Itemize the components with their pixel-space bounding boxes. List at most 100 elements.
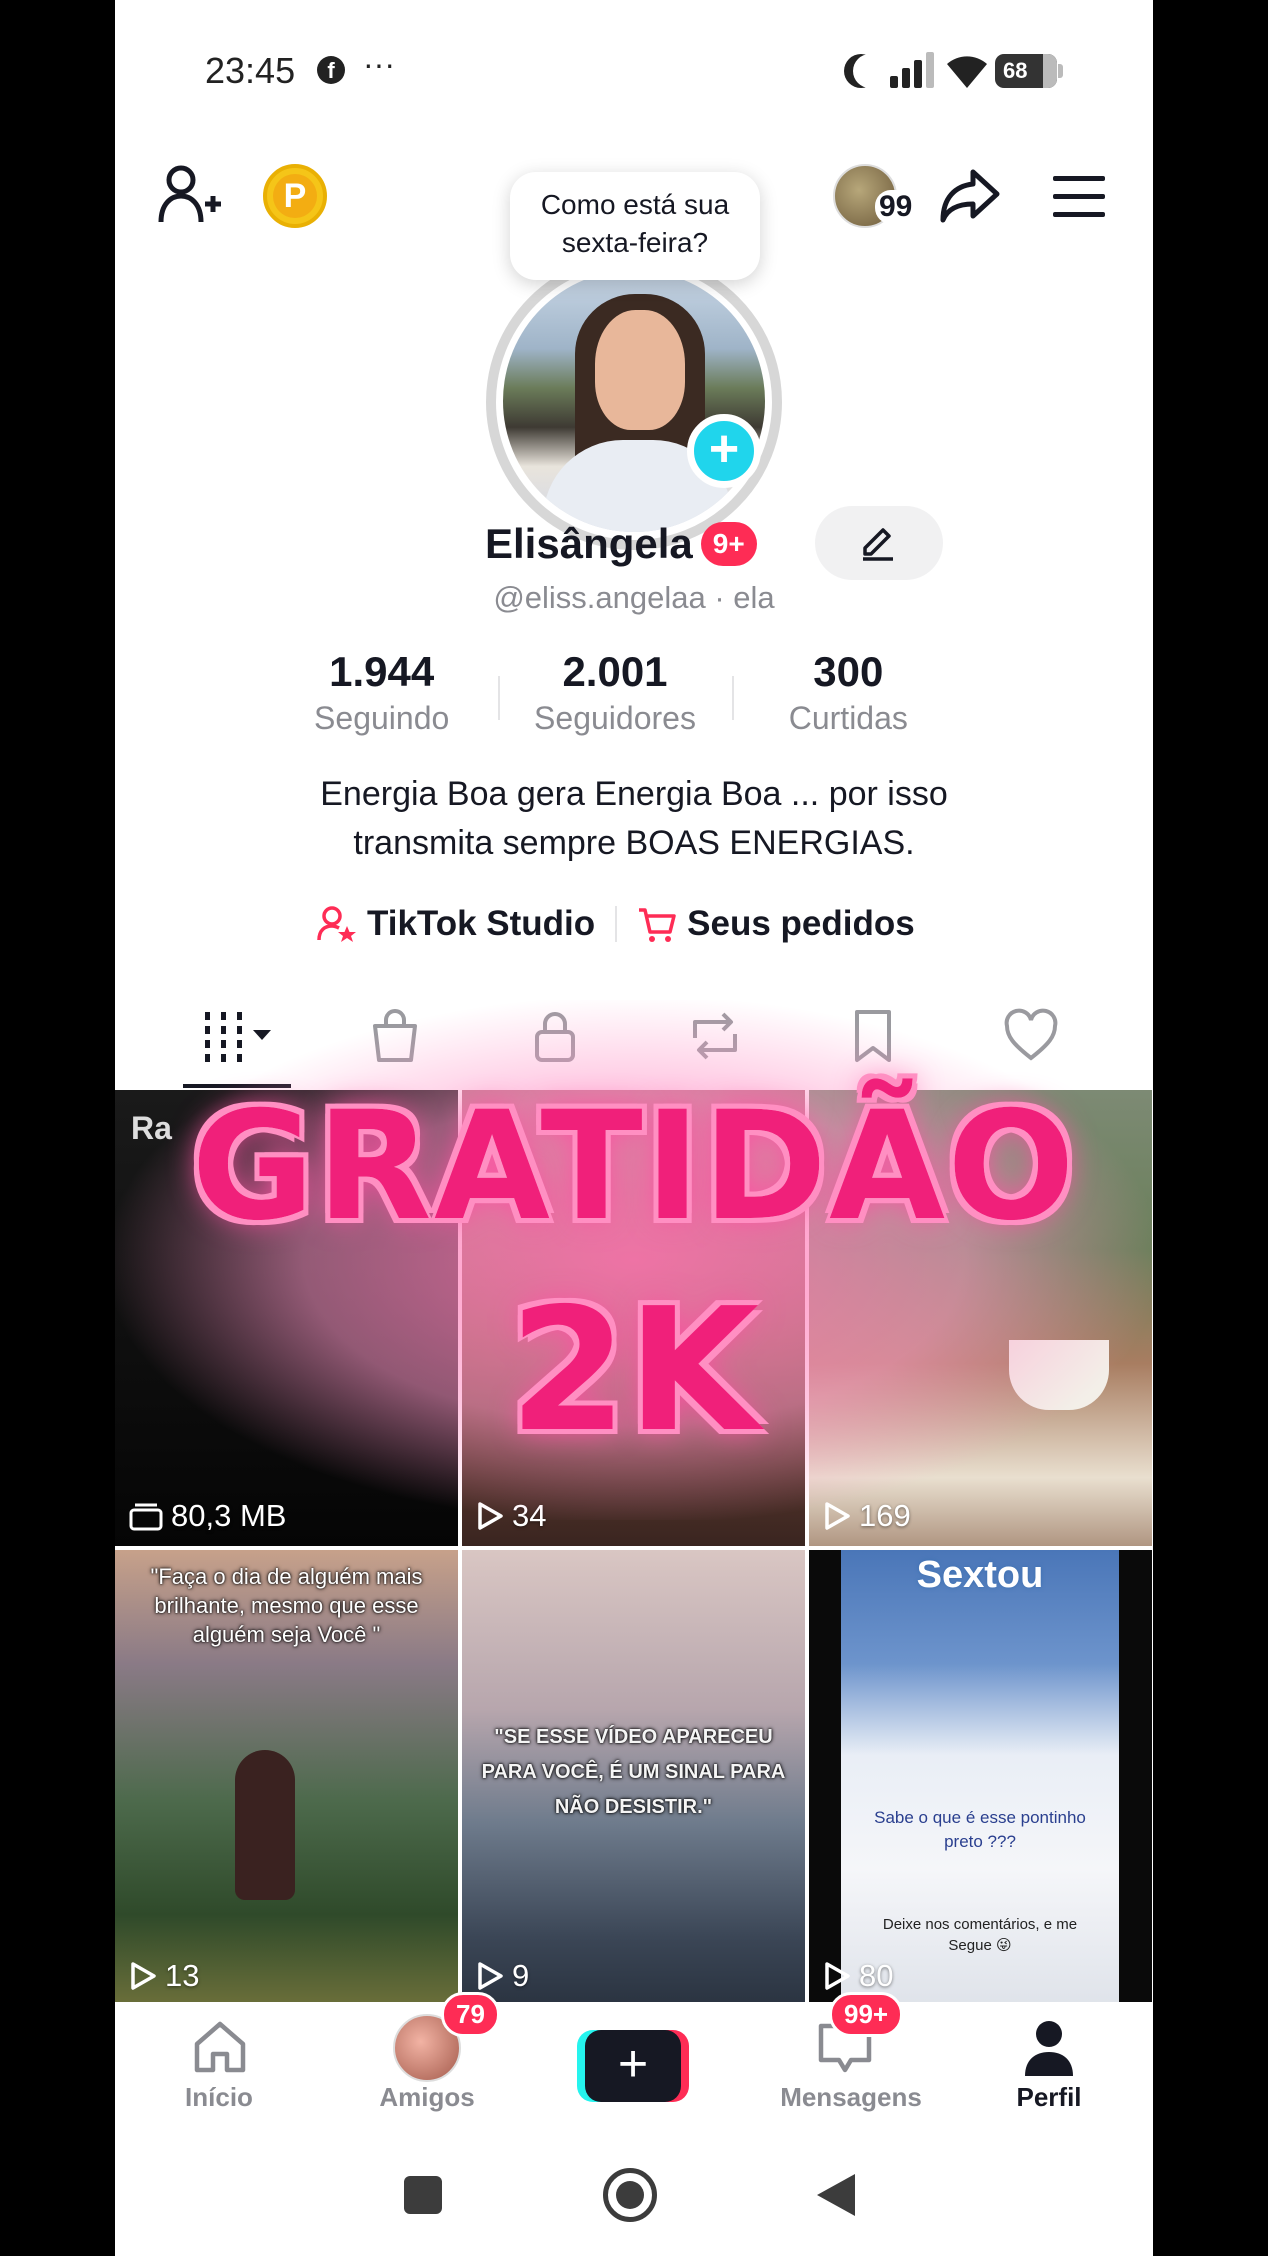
- links-divider: [615, 906, 618, 942]
- item-count-value: 169: [859, 1498, 911, 1533]
- video-caption: "Faça o dia de alguém mais brilhante, me…: [150, 1564, 423, 1647]
- wifi-icon: [947, 56, 987, 88]
- item-count: 80: [823, 1958, 893, 1994]
- girl-silhouette: [235, 1750, 295, 1900]
- edit-profile-button[interactable]: [815, 506, 943, 580]
- home-button[interactable]: [603, 2168, 657, 2222]
- notification-badge[interactable]: 9+: [700, 522, 757, 566]
- create-button[interactable]: +: [577, 2030, 689, 2102]
- nav-friends[interactable]: 79 Amigos: [337, 1992, 517, 2132]
- tiktok-studio-link[interactable]: TikTok Studio: [317, 904, 595, 944]
- play-icon: [478, 1502, 503, 1530]
- item-count: 80,3 MB: [129, 1498, 286, 1534]
- profile-icon: [1025, 2021, 1073, 2076]
- overlay-title-line2: 2K: [508, 1272, 760, 1470]
- nav-home-label: Início: [185, 2082, 253, 2112]
- add-friend-icon[interactable]: [157, 164, 223, 226]
- tab-favorites[interactable]: [823, 996, 923, 1076]
- play-icon: [131, 1962, 156, 1990]
- status-tooltip[interactable]: Como está sua sexta-feira?: [510, 172, 760, 280]
- nav-home[interactable]: Início: [129, 2002, 309, 2132]
- home-icon: [194, 2021, 246, 2073]
- plus-icon: +: [585, 2030, 681, 2102]
- stat-value: 300: [813, 648, 884, 695]
- profile-links: TikTok Studio Seus pedidos: [317, 898, 915, 950]
- add-story-button[interactable]: +: [687, 414, 761, 488]
- stat-value: 1.944: [329, 648, 435, 695]
- friends-badge: 79: [441, 1992, 500, 2037]
- lock-icon: [535, 1012, 575, 1062]
- video-title: Sextou: [916, 1554, 1044, 1596]
- videos-grid-icon: [205, 1012, 271, 1062]
- tab-private[interactable]: [505, 996, 605, 1076]
- battery-icon: 68: [995, 54, 1063, 88]
- grid-item-video[interactable]: "SE ESSE VÍDEO APARECEU PARA VOCÊ, É UM …: [462, 1550, 805, 2006]
- play-icon: [825, 1962, 850, 1990]
- grid-item-video[interactable]: "Faça o dia de alguém mais brilhante, me…: [115, 1550, 458, 2006]
- nav-messages[interactable]: 99+ Mensagens: [751, 1992, 951, 2132]
- nav-friends-label: Amigos: [379, 2082, 475, 2112]
- stat-following[interactable]: 1.944 Seguindo: [265, 648, 498, 748]
- item-count: 169: [823, 1498, 911, 1534]
- phone-screen: 23:45 f ··· 68 P 99 Como está sua sexta-…: [115, 0, 1153, 2256]
- nav-messages-label: Mensagens: [780, 2082, 922, 2112]
- dnd-moon-icon: [853, 54, 887, 88]
- tab-liked[interactable]: [981, 996, 1081, 1076]
- signal-icon: [890, 52, 938, 88]
- item-count: 34: [476, 1498, 546, 1534]
- nav-profile[interactable]: Perfil: [959, 2002, 1139, 2132]
- video-caption: Sabe o que é esse pontinho preto ???: [874, 1808, 1086, 1851]
- more-notifications-icon: ···: [363, 46, 395, 82]
- bookmark-icon: [855, 1010, 891, 1062]
- profile-avatar[interactable]: [503, 270, 765, 532]
- play-icon: [825, 1502, 850, 1530]
- item-count-value: 80,3 MB: [171, 1498, 287, 1533]
- overlay-title-line1: GRATIDÃO: [191, 1080, 1077, 1254]
- status-bar: 23:45 f ··· 68: [115, 0, 1153, 140]
- story-avatar-count: 99: [875, 190, 917, 224]
- coins-icon[interactable]: P: [263, 164, 327, 228]
- stat-likes[interactable]: 300 Curtidas: [731, 648, 965, 748]
- system-nav-bar: [115, 2132, 1153, 2256]
- profile-handle: @eliss.angelaa · ela: [493, 580, 775, 615]
- stat-label: Seguidores: [534, 700, 696, 736]
- stat-followers[interactable]: 2.001 Seguidores: [498, 648, 731, 748]
- item-count: 9: [476, 1958, 529, 1994]
- tooltip-line2: sexta-feira?: [561, 227, 709, 258]
- tab-reposts[interactable]: [665, 996, 765, 1076]
- bio-line1: Energia Boa gera Energia Boa ... por iss…: [320, 775, 948, 813]
- tab-shop[interactable]: [345, 996, 445, 1076]
- item-count-value: 13: [165, 1958, 200, 1993]
- repost-icon: [693, 1012, 737, 1060]
- bottom-nav: Início 79 Amigos + 99+ Mensagens Perfil: [115, 1992, 1153, 2132]
- orders-link[interactable]: Seus pedidos: [637, 904, 915, 944]
- pencil-icon: [863, 528, 893, 561]
- status-time: 23:45: [205, 50, 296, 91]
- grid-item-video[interactable]: Sextou Sabe o que é esse pontinho preto …: [809, 1550, 1152, 2006]
- menu-icon[interactable]: [1053, 176, 1105, 218]
- shopping-bag-icon: [373, 1009, 417, 1062]
- nav-profile-label: Perfil: [1016, 2082, 1082, 2112]
- facebook-icon: f: [317, 56, 345, 84]
- battery-level: 68: [1003, 58, 1028, 83]
- item-count: 13: [129, 1958, 199, 1994]
- profile-bio: Energia Boa gera Energia Boa ... por iss…: [115, 770, 1153, 868]
- recents-button[interactable]: [404, 2176, 442, 2214]
- tab-videos[interactable]: [187, 996, 287, 1076]
- home-button-dot: [616, 2181, 644, 2209]
- item-count-value: 9: [512, 1958, 530, 1993]
- profile-name: Elisângela: [485, 520, 693, 567]
- back-button[interactable]: [815, 2172, 857, 2218]
- play-icon: [478, 1962, 503, 1990]
- video-caption-secondary: Deixe nos comentários, e me Segue 😜: [882, 1916, 1078, 1954]
- orders-label: Seus pedidos: [687, 904, 915, 943]
- studio-label: TikTok Studio: [367, 904, 596, 943]
- stat-label: Curtidas: [788, 700, 908, 736]
- profile-stats: 1.944 Seguindo 2.001 Seguidores 300 Curt…: [265, 648, 965, 748]
- cart-icon: [639, 908, 676, 942]
- share-icon[interactable]: [939, 168, 1001, 224]
- content-tabs: [115, 996, 1153, 1088]
- stat-label: Seguindo: [314, 700, 450, 736]
- bio-line2: transmita sempre BOAS ENERGIAS.: [353, 824, 915, 862]
- studio-icon: [317, 906, 356, 942]
